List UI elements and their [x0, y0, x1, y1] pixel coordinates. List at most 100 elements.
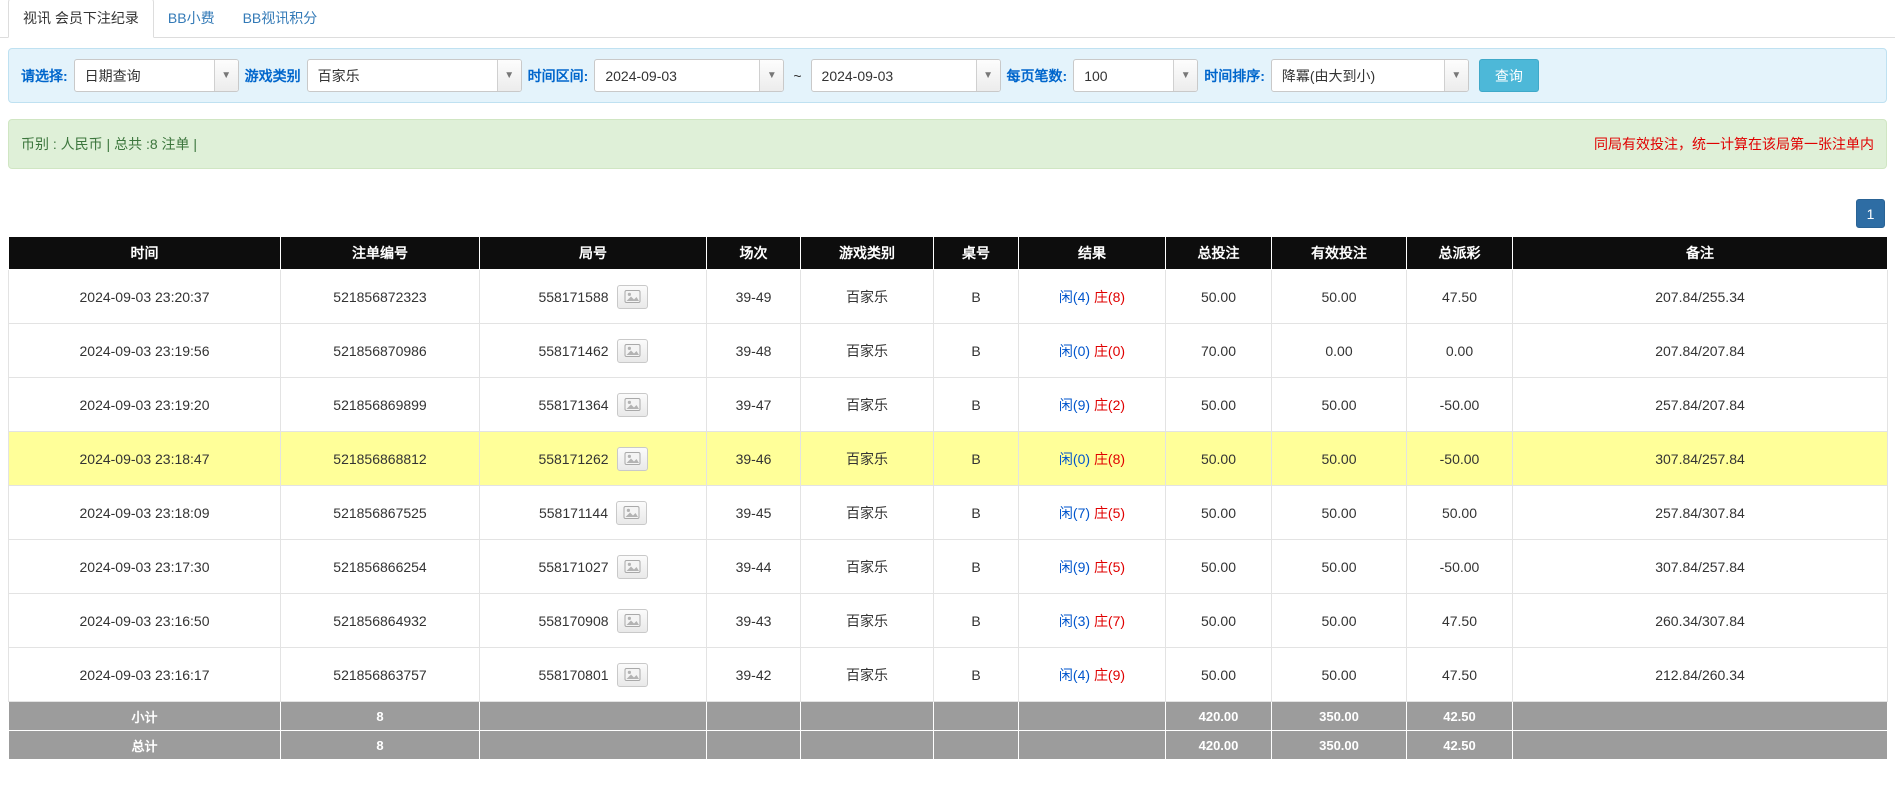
table-row: 2024-09-03 23:19:20521856869899558171364…: [9, 378, 1888, 432]
round-number: 558171027: [538, 559, 608, 575]
session-number: 39-47: [707, 378, 801, 432]
game-type-select[interactable]: 百家乐 ▼: [307, 59, 522, 92]
valid-bet: 50.00: [1272, 270, 1407, 324]
bet-time: 2024-09-03 23:18:09: [9, 486, 281, 540]
total-bet-link[interactable]: 50.00: [1166, 594, 1272, 648]
total-payout: 42.50: [1407, 731, 1513, 760]
chevron-down-icon[interactable]: ▼: [759, 60, 783, 91]
session-number: 39-44: [707, 540, 801, 594]
result-cell: 闲(3) 庄(7): [1019, 594, 1166, 648]
table-row: 2024-09-03 23:16:17521856863757558170801…: [9, 648, 1888, 702]
table-row: 2024-09-03 23:16:50521856864932558170908…: [9, 594, 1888, 648]
image-icon: [624, 562, 641, 577]
chevron-down-icon[interactable]: ▼: [1173, 60, 1197, 91]
tab-bb-video-points[interactable]: BB视讯积分: [229, 0, 332, 37]
subtotal-total-bet: 420.00: [1166, 702, 1272, 731]
result-cell: 闲(9) 庄(2): [1019, 378, 1166, 432]
query-type-label: 请选择:: [21, 66, 68, 86]
table-number: B: [934, 594, 1019, 648]
total-bet-link[interactable]: 50.00: [1166, 432, 1272, 486]
search-button[interactable]: 查询: [1479, 59, 1539, 92]
round-number: 558171588: [538, 289, 608, 305]
round-replay-button[interactable]: [617, 393, 648, 417]
result-player: 闲(4): [1059, 289, 1090, 305]
result-player: 闲(0): [1059, 451, 1090, 467]
empty-cell: [707, 731, 801, 760]
game-type: 百家乐: [801, 378, 934, 432]
pagination: 1: [0, 199, 1885, 228]
bet-time: 2024-09-03 23:16:17: [9, 648, 281, 702]
table-header-row: 时间注单编号局号场次游戏类别桌号结果总投注有效投注总派彩备注: [9, 237, 1888, 270]
date-to-select[interactable]: 2024-09-03 ▼: [811, 59, 1001, 92]
bet-time: 2024-09-03 23:20:37: [9, 270, 281, 324]
result-cell: 闲(0) 庄(8): [1019, 432, 1166, 486]
total-row: 总计 8 420.00 350.00 42.50: [9, 731, 1888, 760]
result-cell: 闲(9) 庄(5): [1019, 540, 1166, 594]
total-bet-link[interactable]: 50.00: [1166, 378, 1272, 432]
time-range-label: 时间区间:: [528, 66, 589, 86]
table-number: B: [934, 540, 1019, 594]
tab-bb-tips[interactable]: BB小费: [154, 0, 229, 37]
round-replay-button[interactable]: [617, 285, 648, 309]
round-replay-button[interactable]: [616, 501, 647, 525]
round-replay-button[interactable]: [617, 555, 648, 579]
total-bet-link[interactable]: 50.00: [1166, 270, 1272, 324]
sort-value: 降冪(由大到小): [1272, 60, 1444, 91]
tab-video-bet-records[interactable]: 视讯 会员下注纪录: [8, 0, 154, 38]
round-cell: 558170801: [480, 648, 707, 702]
round-cell: 558171588: [480, 270, 707, 324]
result-banker: 庄(0): [1094, 343, 1125, 359]
table-number: B: [934, 270, 1019, 324]
chevron-down-icon[interactable]: ▼: [1444, 60, 1468, 91]
column-header: 注单编号: [281, 237, 480, 270]
table-number: B: [934, 432, 1019, 486]
chevron-down-icon[interactable]: ▼: [976, 60, 1000, 91]
image-icon: [624, 346, 641, 361]
round-cell: 558170908: [480, 594, 707, 648]
game-type: 百家乐: [801, 270, 934, 324]
total-bet-link[interactable]: 50.00: [1166, 540, 1272, 594]
bet-number: 521856864932: [281, 594, 480, 648]
sort-select[interactable]: 降冪(由大到小) ▼: [1271, 59, 1469, 92]
page-size-select[interactable]: 100 ▼: [1073, 59, 1198, 92]
result-cell: 闲(0) 庄(0): [1019, 324, 1166, 378]
bet-number: 521856868812: [281, 432, 480, 486]
payout: 0.00: [1407, 324, 1513, 378]
round-cell: 558171262: [480, 432, 707, 486]
valid-bet: 0.00: [1272, 324, 1407, 378]
result-banker: 庄(5): [1094, 559, 1125, 575]
session-number: 39-43: [707, 594, 801, 648]
empty-cell: [1019, 702, 1166, 731]
game-type: 百家乐: [801, 432, 934, 486]
table-row: 2024-09-03 23:18:09521856867525558171144…: [9, 486, 1888, 540]
round-replay-button[interactable]: [617, 663, 648, 687]
valid-bet: 50.00: [1272, 594, 1407, 648]
round-cell: 558171462: [480, 324, 707, 378]
round-replay-button[interactable]: [617, 339, 648, 363]
valid-bet: 50.00: [1272, 648, 1407, 702]
date-from-select[interactable]: 2024-09-03 ▼: [594, 59, 784, 92]
column-header: 总投注: [1166, 237, 1272, 270]
page-size-label: 每页笔数:: [1007, 66, 1068, 86]
total-bet-link[interactable]: 50.00: [1166, 486, 1272, 540]
result-player: 闲(3): [1059, 613, 1090, 629]
note: 207.84/255.34: [1513, 270, 1888, 324]
tab-bar: 视讯 会员下注纪录 BB小费 BB视讯积分: [0, 0, 1895, 38]
valid-bet-note: 同局有效投注，统一计算在该局第一张注单内: [1594, 134, 1874, 154]
query-type-select[interactable]: 日期查询 ▼: [74, 59, 239, 92]
subtotal-payout: 42.50: [1407, 702, 1513, 731]
valid-bet: 50.00: [1272, 432, 1407, 486]
bet-time: 2024-09-03 23:18:47: [9, 432, 281, 486]
round-replay-button[interactable]: [617, 609, 648, 633]
result-cell: 闲(7) 庄(5): [1019, 486, 1166, 540]
total-bet-link[interactable]: 50.00: [1166, 648, 1272, 702]
chevron-down-icon[interactable]: ▼: [214, 60, 238, 91]
total-bet-link[interactable]: 70.00: [1166, 324, 1272, 378]
page-1-button[interactable]: 1: [1856, 199, 1885, 228]
round-replay-button[interactable]: [617, 447, 648, 471]
image-icon: [624, 400, 641, 415]
column-header: 总派彩: [1407, 237, 1513, 270]
filter-bar: 请选择: 日期查询 ▼ 游戏类别 百家乐 ▼ 时间区间: 2024-09-03 …: [8, 48, 1887, 103]
chevron-down-icon[interactable]: ▼: [497, 60, 521, 91]
range-separator: ~: [790, 68, 804, 84]
